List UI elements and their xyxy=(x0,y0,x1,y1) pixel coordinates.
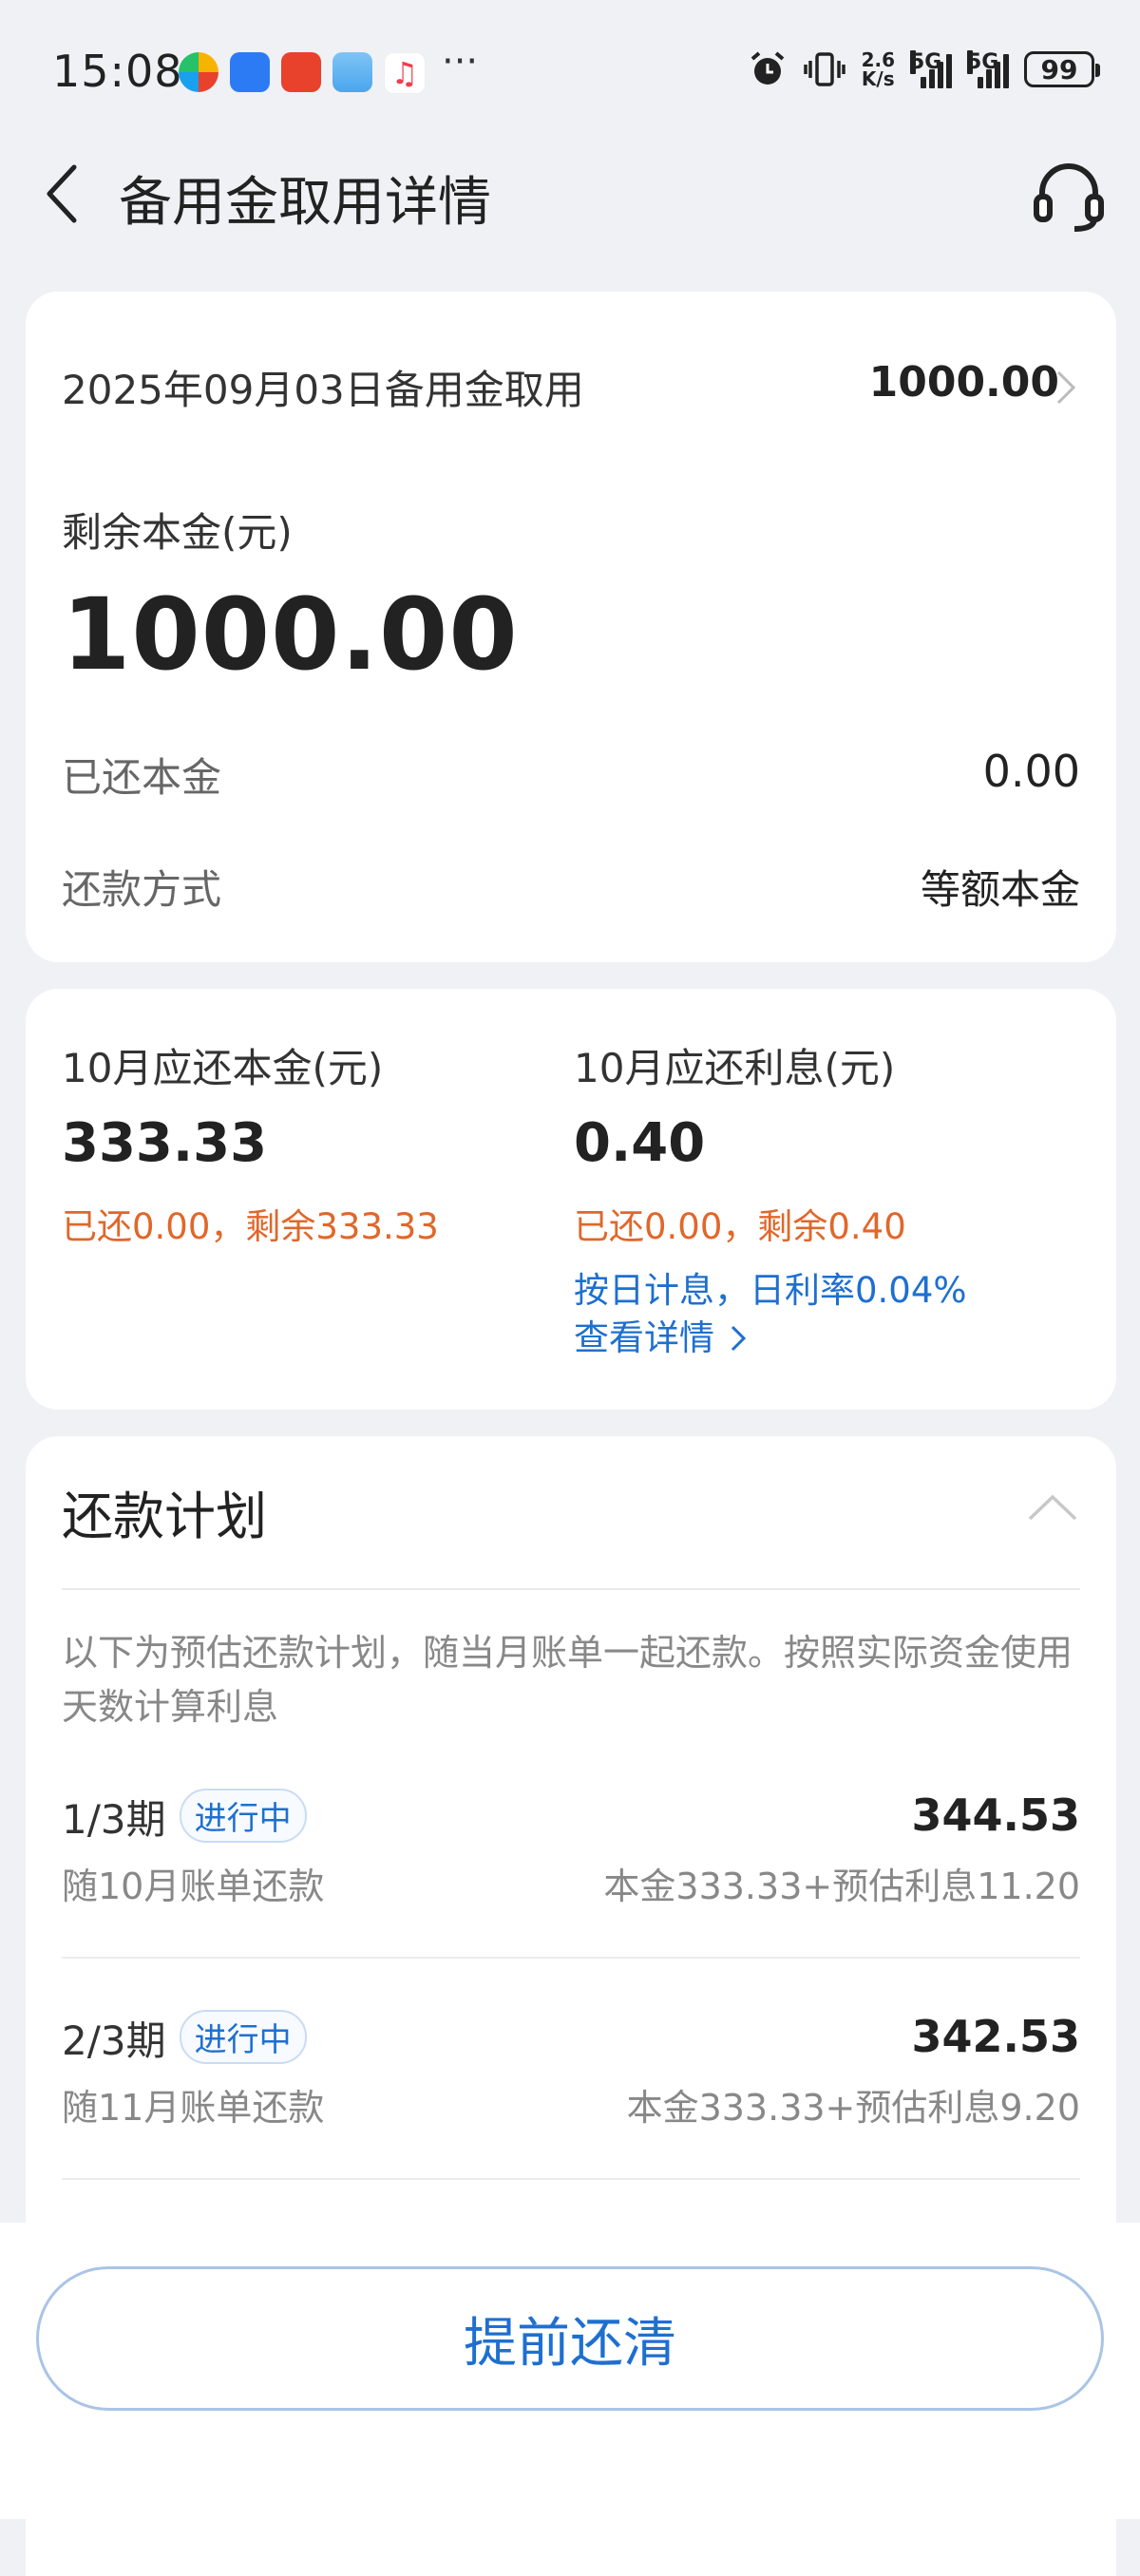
plan-item-1-period: 1/3期 进行中 xyxy=(62,1788,307,1846)
view-detail-label: 查看详情 xyxy=(574,1317,714,1358)
remaining-label: 剩余本金(元) xyxy=(62,509,293,556)
chevron-up-icon[interactable] xyxy=(1027,1493,1078,1522)
headset-icon xyxy=(1034,163,1104,232)
chevron-right-icon xyxy=(731,1325,746,1352)
status-time: 15:08 xyxy=(52,46,183,97)
plan-title: 还款计划 xyxy=(62,1487,267,1546)
period-label: 1/3期 xyxy=(62,1796,166,1843)
news-notification-icon xyxy=(281,52,321,92)
record-amount[interactable]: 1000.00 xyxy=(869,358,1059,407)
payoff-early-button[interactable]: 提前还清 xyxy=(36,2266,1104,2411)
page-title: 备用金取用详情 xyxy=(119,172,491,234)
status-badge: 进行中 xyxy=(179,1789,307,1843)
interest-label: 10月应还利息(元) xyxy=(574,1045,896,1091)
divider xyxy=(62,2178,1080,2180)
alarm-icon xyxy=(750,51,784,85)
remaining-value: 1000.00 xyxy=(62,577,519,692)
principal-status: 已还0.00，剩余333.33 xyxy=(62,1206,439,1247)
principal-label: 10月应还本金(元) xyxy=(62,1045,384,1091)
interest-value: 0.40 xyxy=(574,1112,706,1174)
chevron-right-icon[interactable] xyxy=(1055,369,1076,406)
monthly-due-card: 10月应还本金(元) 333.33 已还0.00，剩余333.33 10月应还利… xyxy=(26,989,1116,1410)
repaid-label: 已还本金 xyxy=(62,754,222,801)
view-detail-link[interactable]: 查看详情 xyxy=(574,1309,747,1360)
customer-service-button[interactable] xyxy=(1026,154,1112,239)
plan-item-2-amount: 342.53 xyxy=(911,2011,1080,2062)
net-speed-value: 2.6 xyxy=(861,48,895,71)
notification-icons: ♫ xyxy=(179,52,426,94)
plan-item-2-breakdown: 本金333.33+预估利息9.20 xyxy=(626,2087,1080,2129)
store-notification-icon xyxy=(230,52,270,92)
signal-1-label: 5G xyxy=(910,50,942,74)
plan-note: 以下为预估还款计划，随当月账单一起还款。按照实际资金使用天数计算利息 xyxy=(62,1632,1074,1728)
chevron-left-icon xyxy=(47,164,77,223)
plan-item-1-desc: 随10月账单还款 xyxy=(62,1866,325,1907)
signal-1-icon: 5G xyxy=(910,50,952,88)
bottom-action-bar: 提前还清 xyxy=(0,2223,1140,2519)
principal-value: 333.33 xyxy=(62,1112,268,1174)
method-value: 等额本金 xyxy=(920,866,1080,913)
divider xyxy=(62,1588,1080,1590)
plan-item-2-desc: 随11月账单还款 xyxy=(62,2087,325,2129)
battery-level: 99 xyxy=(1040,53,1078,85)
status-bar: 15:08 ♫ ··· 2.6 K/s 5G 5G 99 xyxy=(0,0,1140,142)
weather-notification-icon xyxy=(332,52,372,92)
back-button[interactable] xyxy=(34,156,91,232)
status-badge: 进行中 xyxy=(179,2010,307,2064)
rate-note: 按日计息，日利率0.04% xyxy=(574,1270,967,1311)
net-speed: 2.6 K/s xyxy=(862,50,895,88)
summary-card: 2025年09月03日备用金取用 1000.00 剩余本金(元) 1000.00… xyxy=(26,292,1116,962)
page-header: 备用金取用详情 xyxy=(0,142,1140,247)
record-title: 2025年09月03日备用金取用 xyxy=(62,367,584,413)
divider xyxy=(62,1957,1080,1959)
interest-status: 已还0.00，剩余0.40 xyxy=(574,1206,906,1247)
signal-2-icon: 5G xyxy=(967,50,1009,88)
battery-icon: 99 xyxy=(1024,51,1100,87)
signal-2-label: 5G xyxy=(967,50,999,74)
period-label: 2/3期 xyxy=(62,2017,166,2064)
app-notification-icon xyxy=(179,52,218,92)
music-notification-icon: ♫ xyxy=(384,52,426,94)
net-speed-unit: K/s xyxy=(861,67,895,90)
system-icons: 2.6 K/s 5G 5G 99 xyxy=(748,49,1100,89)
repaid-value: 0.00 xyxy=(982,746,1080,797)
method-label: 还款方式 xyxy=(62,866,222,913)
vibrate-icon xyxy=(803,52,846,86)
plan-item-1-amount: 344.53 xyxy=(911,1790,1080,1841)
plan-item-1-breakdown: 本金333.33+预估利息11.20 xyxy=(603,1866,1080,1907)
more-notifications-icon: ··· xyxy=(442,40,479,84)
plan-item-2-period: 2/3期 进行中 xyxy=(62,2009,307,2067)
